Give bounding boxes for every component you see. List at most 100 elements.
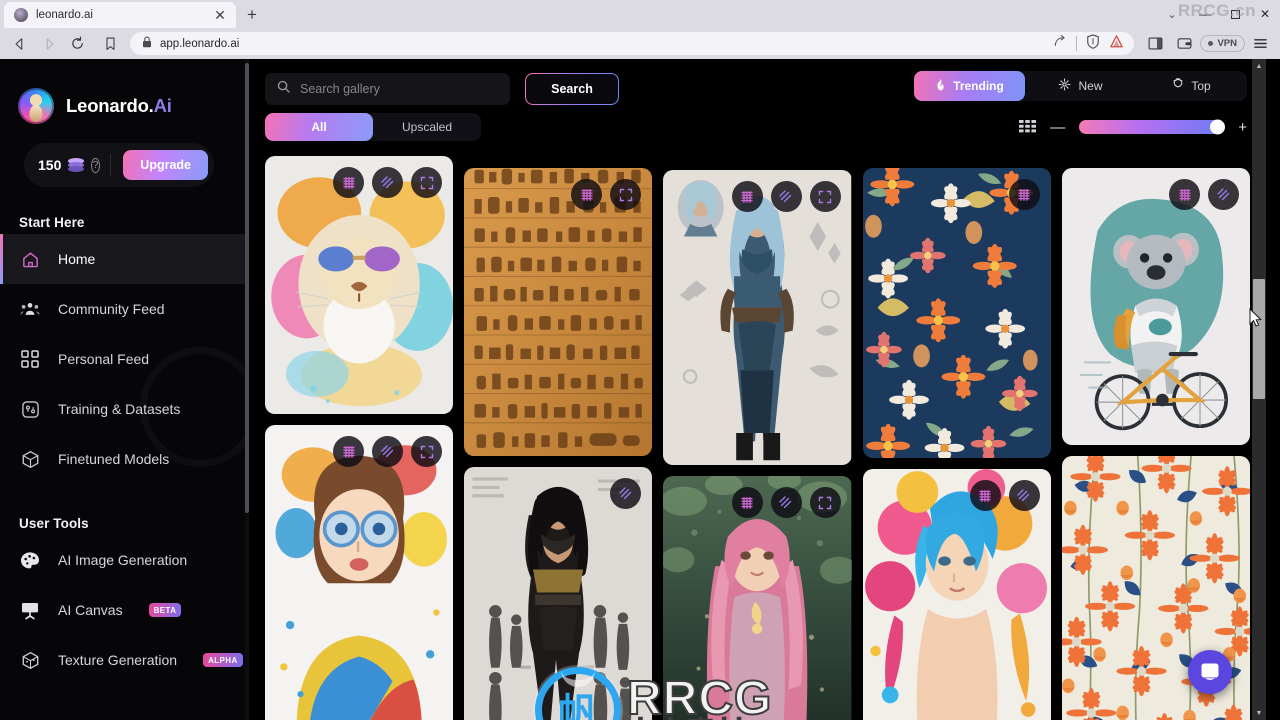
back-icon[interactable] — [6, 30, 33, 57]
remix-icon[interactable] — [731, 181, 763, 212]
leonardo-extension-icon[interactable] — [1109, 34, 1124, 54]
sidebar-item-community-feed[interactable]: Community Feed — [0, 284, 249, 334]
zoom-in-button[interactable]: + — [1238, 120, 1247, 135]
fullscreen-icon[interactable] — [411, 436, 443, 467]
gallery-column — [1061, 156, 1251, 720]
brand-name-main: Leonardo. — [66, 95, 154, 116]
sidebar-panel-icon[interactable] — [1142, 30, 1169, 57]
grid-density-icon[interactable] — [1019, 119, 1037, 135]
maximize-button[interactable] — [1220, 0, 1250, 28]
tab-upscaled[interactable]: Upscaled — [373, 113, 481, 141]
remix-icon[interactable] — [1008, 179, 1040, 210]
gallery-grid — [249, 156, 1266, 720]
filter-tab-group: All Upscaled — [265, 113, 481, 141]
minimize-button[interactable]: — — [1190, 0, 1220, 28]
sidebar-item-texture-generation[interactable]: Texture Generation ALPHA — [0, 635, 249, 685]
upscale-icon[interactable] — [610, 478, 642, 509]
upscale-icon[interactable] — [1008, 480, 1040, 511]
upscale-icon[interactable] — [1208, 179, 1240, 210]
gallery-card-orange-floral-pattern-navy[interactable] — [862, 168, 1051, 458]
wallet-icon[interactable] — [1171, 30, 1198, 57]
remix-icon[interactable] — [1169, 179, 1201, 210]
tab-top[interactable]: Top — [1136, 71, 1247, 101]
card-artwork — [663, 170, 852, 465]
brave-shield-icon[interactable] — [1086, 33, 1100, 54]
zoom-slider-knob[interactable] — [1210, 119, 1226, 135]
upscale-icon[interactable] — [372, 436, 404, 467]
remix-icon[interactable] — [333, 436, 365, 467]
tab-trending[interactable]: Trending — [914, 71, 1025, 101]
close-window-button[interactable]: ✕ — [1250, 0, 1280, 28]
gallery-column — [663, 156, 852, 720]
gallery-card-dark-warrior-character-sheet[interactable] — [464, 467, 653, 720]
card-artwork — [862, 168, 1051, 458]
remix-icon[interactable] — [969, 480, 1001, 511]
search-input-wrapper[interactable] — [265, 73, 510, 105]
status-badge-alpha: ALPHA — [203, 653, 243, 667]
cube-icon — [19, 448, 41, 470]
gallery-card-blue-haired-rogue-character-sheet[interactable] — [663, 170, 852, 465]
tab-title: leonardo.ai — [36, 9, 93, 21]
upscale-icon[interactable] — [770, 181, 802, 212]
address-bar[interactable]: app.leonardo.ai — [130, 32, 1135, 55]
card-action-group — [571, 179, 642, 210]
trophy-icon — [1172, 78, 1184, 94]
tab-all[interactable]: All — [265, 113, 373, 141]
remix-icon[interactable] — [333, 167, 365, 198]
sparkle-icon — [1058, 78, 1071, 94]
page-scrollbar[interactable]: ▲ ▼ — [1252, 59, 1266, 720]
sidebar-item-ai-canvas[interactable]: AI Canvas BETA — [0, 585, 249, 635]
leonardo-logo-icon — [18, 88, 54, 124]
vpn-status-badge[interactable]: VPN — [1200, 35, 1245, 52]
gallery-card-watercolor-lion-sunglasses[interactable] — [265, 156, 454, 414]
zoom-slider[interactable] — [1079, 119, 1226, 135]
gallery-card-pink-haired-fantasy-woman[interactable] — [663, 476, 852, 720]
bookmark-icon[interactable] — [97, 30, 124, 57]
chevron-down-icon[interactable]: ⌄ — [1154, 0, 1190, 28]
sidebar-item-personal-feed[interactable]: Personal Feed — [0, 334, 249, 384]
gallery-card-egyptian-hieroglyphs-papyrus[interactable] — [464, 168, 653, 456]
fullscreen-icon[interactable] — [809, 487, 841, 518]
remix-icon[interactable] — [571, 179, 603, 210]
question-mark-icon[interactable]: ? — [91, 157, 100, 173]
sort-tab-group: Trending New Top — [914, 71, 1247, 101]
fullscreen-icon[interactable] — [809, 181, 841, 212]
sort-tab-label: New — [1078, 79, 1103, 93]
sidebar-item-label: Community Feed — [58, 301, 165, 317]
scroll-down-arrow-icon[interactable]: ▼ — [1252, 706, 1266, 720]
fullscreen-icon[interactable] — [411, 167, 443, 198]
search-input[interactable] — [300, 82, 498, 96]
sort-tab-label: Trending — [953, 79, 1004, 93]
sidebar-item-training-datasets[interactable]: Training & Datasets — [0, 384, 249, 434]
tab-new[interactable]: New — [1025, 71, 1136, 101]
upgrade-button[interactable]: Upgrade — [123, 150, 208, 180]
people-group-icon — [19, 298, 41, 320]
new-tab-button[interactable]: + — [239, 2, 265, 28]
zoom-out-button[interactable]: — — [1050, 120, 1065, 135]
gallery-card-colorful-girl-blue-glasses[interactable] — [265, 425, 454, 720]
intercom-launcher-button[interactable] — [1188, 650, 1232, 694]
card-action-group — [610, 478, 642, 509]
remix-icon[interactable] — [731, 487, 763, 518]
scroll-up-arrow-icon[interactable]: ▲ — [1252, 59, 1266, 73]
hamburger-menu-icon[interactable] — [1247, 30, 1274, 57]
card-action-group — [731, 487, 841, 518]
gallery-card-rainbow-hair-doll-portrait[interactable] — [862, 469, 1051, 720]
sidebar-item-label: Texture Generation — [58, 652, 178, 668]
gallery-column — [862, 156, 1051, 720]
fullscreen-icon[interactable] — [610, 179, 642, 210]
sidebar-item-label: Home — [58, 251, 96, 267]
page-scrollbar-thumb[interactable] — [1253, 279, 1265, 399]
reload-icon[interactable] — [64, 30, 91, 57]
upscale-icon[interactable] — [770, 487, 802, 518]
brand-header[interactable]: Leonardo.Ai — [0, 59, 249, 124]
browser-tab[interactable]: leonardo.ai ✕ — [4, 2, 236, 28]
search-button[interactable]: Search — [525, 73, 619, 105]
sidebar-item-finetuned-models[interactable]: Finetuned Models — [0, 434, 249, 484]
sidebar-item-ai-image-generation[interactable]: AI Image Generation — [0, 535, 249, 585]
sidebar-item-home[interactable]: Home — [0, 234, 249, 284]
upscale-icon[interactable] — [372, 167, 404, 198]
close-icon[interactable]: ✕ — [212, 7, 228, 23]
gallery-card-koala-riding-bicycle[interactable] — [1061, 168, 1251, 445]
share-icon[interactable] — [1053, 34, 1067, 53]
